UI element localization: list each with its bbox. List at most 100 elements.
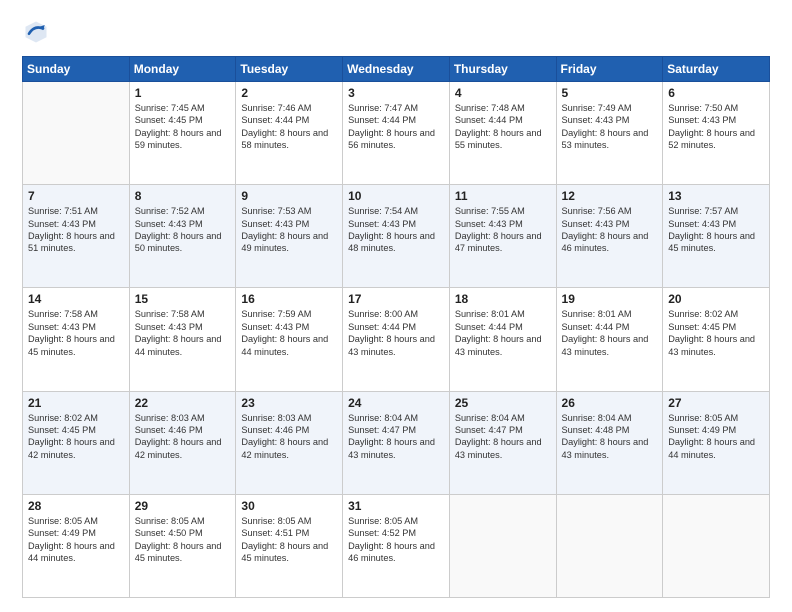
calendar-cell: 1 Sunrise: 7:45 AMSunset: 4:45 PMDaylight… xyxy=(129,82,236,185)
day-number: 19 xyxy=(562,292,658,306)
day-number: 15 xyxy=(135,292,231,306)
day-info: Sunrise: 8:04 AMSunset: 4:47 PMDaylight:… xyxy=(455,412,551,462)
logo xyxy=(22,18,54,46)
day-info: Sunrise: 7:57 AMSunset: 4:43 PMDaylight:… xyxy=(668,205,764,255)
day-number: 8 xyxy=(135,189,231,203)
calendar-week-row: 14 Sunrise: 7:58 AMSunset: 4:43 PMDayligh… xyxy=(23,288,770,391)
day-info: Sunrise: 7:58 AMSunset: 4:43 PMDaylight:… xyxy=(135,308,231,358)
day-number: 4 xyxy=(455,86,551,100)
calendar-header-row: SundayMondayTuesdayWednesdayThursdayFrid… xyxy=(23,57,770,82)
calendar-cell: 30 Sunrise: 8:05 AMSunset: 4:51 PMDayligh… xyxy=(236,494,343,597)
day-number: 6 xyxy=(668,86,764,100)
calendar-cell: 19Sunrise: 8:01 AMSunset: 4:44 PMDayligh… xyxy=(556,288,663,391)
day-number: 20 xyxy=(668,292,764,306)
day-info: Sunrise: 7:56 AMSunset: 4:43 PMDaylight:… xyxy=(562,205,658,255)
calendar-cell: 28 Sunrise: 8:05 AMSunset: 4:49 PMDayligh… xyxy=(23,494,130,597)
day-info: Sunrise: 7:52 AMSunset: 4:43 PMDaylight:… xyxy=(135,205,231,255)
day-number: 10 xyxy=(348,189,444,203)
calendar-week-row: 28 Sunrise: 8:05 AMSunset: 4:49 PMDayligh… xyxy=(23,494,770,597)
header xyxy=(22,18,770,46)
calendar-cell: 9 Sunrise: 7:53 AMSunset: 4:43 PMDaylight… xyxy=(236,185,343,288)
day-info: Sunrise: 7:58 AMSunset: 4:43 PMDaylight:… xyxy=(28,308,124,358)
calendar-cell: 18Sunrise: 8:01 AMSunset: 4:44 PMDayligh… xyxy=(449,288,556,391)
calendar-header-sunday: Sunday xyxy=(23,57,130,82)
day-info: Sunrise: 8:03 AMSunset: 4:46 PMDaylight:… xyxy=(241,412,337,462)
day-number: 30 xyxy=(241,499,337,513)
calendar-week-row: 7 Sunrise: 7:51 AMSunset: 4:43 PMDaylight… xyxy=(23,185,770,288)
calendar-cell: 5 Sunrise: 7:49 AMSunset: 4:43 PMDaylight… xyxy=(556,82,663,185)
calendar-header-wednesday: Wednesday xyxy=(343,57,450,82)
day-number: 13 xyxy=(668,189,764,203)
day-number: 25 xyxy=(455,396,551,410)
day-info: Sunrise: 8:05 AMSunset: 4:49 PMDaylight:… xyxy=(28,515,124,565)
day-info: Sunrise: 8:03 AMSunset: 4:46 PMDaylight:… xyxy=(135,412,231,462)
day-number: 9 xyxy=(241,189,337,203)
calendar-cell: 25 Sunrise: 8:04 AMSunset: 4:47 PMDayligh… xyxy=(449,391,556,494)
logo-icon xyxy=(22,18,50,46)
day-info: Sunrise: 8:02 AMSunset: 4:45 PMDaylight:… xyxy=(668,308,764,358)
calendar-header-tuesday: Tuesday xyxy=(236,57,343,82)
day-number: 14 xyxy=(28,292,124,306)
day-number: 3 xyxy=(348,86,444,100)
day-number: 24 xyxy=(348,396,444,410)
calendar-header-saturday: Saturday xyxy=(663,57,770,82)
day-info: Sunrise: 8:05 AMSunset: 4:52 PMDaylight:… xyxy=(348,515,444,565)
day-number: 7 xyxy=(28,189,124,203)
calendar-cell: 31 Sunrise: 8:05 AMSunset: 4:52 PMDayligh… xyxy=(343,494,450,597)
calendar-cell: 6Sunrise: 7:50 AMSunset: 4:43 PMDaylight… xyxy=(663,82,770,185)
calendar-cell: 21 Sunrise: 8:02 AMSunset: 4:45 PMDayligh… xyxy=(23,391,130,494)
calendar-cell: 26Sunrise: 8:04 AMSunset: 4:48 PMDayligh… xyxy=(556,391,663,494)
day-number: 11 xyxy=(455,189,551,203)
calendar-cell xyxy=(663,494,770,597)
calendar-cell: 22 Sunrise: 8:03 AMSunset: 4:46 PMDayligh… xyxy=(129,391,236,494)
day-info: Sunrise: 7:54 AMSunset: 4:43 PMDaylight:… xyxy=(348,205,444,255)
calendar-cell: 17Sunrise: 8:00 AMSunset: 4:44 PMDayligh… xyxy=(343,288,450,391)
calendar-cell xyxy=(23,82,130,185)
calendar-cell: 13 Sunrise: 7:57 AMSunset: 4:43 PMDayligh… xyxy=(663,185,770,288)
day-number: 21 xyxy=(28,396,124,410)
calendar-cell: 12Sunrise: 7:56 AMSunset: 4:43 PMDayligh… xyxy=(556,185,663,288)
day-info: Sunrise: 7:48 AMSunset: 4:44 PMDaylight:… xyxy=(455,102,551,152)
calendar-cell: 27Sunrise: 8:05 AMSunset: 4:49 PMDayligh… xyxy=(663,391,770,494)
calendar-cell: 7 Sunrise: 7:51 AMSunset: 4:43 PMDaylight… xyxy=(23,185,130,288)
calendar-cell: 11 Sunrise: 7:55 AMSunset: 4:43 PMDayligh… xyxy=(449,185,556,288)
calendar-cell xyxy=(556,494,663,597)
calendar-cell: 8 Sunrise: 7:52 AMSunset: 4:43 PMDaylight… xyxy=(129,185,236,288)
day-info: Sunrise: 7:53 AMSunset: 4:43 PMDaylight:… xyxy=(241,205,337,255)
day-number: 26 xyxy=(562,396,658,410)
day-number: 5 xyxy=(562,86,658,100)
calendar-cell: 3 Sunrise: 7:47 AMSunset: 4:44 PMDaylight… xyxy=(343,82,450,185)
day-number: 16 xyxy=(241,292,337,306)
day-info: Sunrise: 7:45 AMSunset: 4:45 PMDaylight:… xyxy=(135,102,231,152)
calendar-cell: 2 Sunrise: 7:46 AMSunset: 4:44 PMDaylight… xyxy=(236,82,343,185)
calendar-table: SundayMondayTuesdayWednesdayThursdayFrid… xyxy=(22,56,770,598)
day-info: Sunrise: 7:47 AMSunset: 4:44 PMDaylight:… xyxy=(348,102,444,152)
day-number: 17 xyxy=(348,292,444,306)
calendar-cell: 23Sunrise: 8:03 AMSunset: 4:46 PMDayligh… xyxy=(236,391,343,494)
day-info: Sunrise: 7:46 AMSunset: 4:44 PMDaylight:… xyxy=(241,102,337,152)
day-info: Sunrise: 8:02 AMSunset: 4:45 PMDaylight:… xyxy=(28,412,124,462)
calendar-cell: 14 Sunrise: 7:58 AMSunset: 4:43 PMDayligh… xyxy=(23,288,130,391)
day-info: Sunrise: 8:01 AMSunset: 4:44 PMDaylight:… xyxy=(455,308,551,358)
day-number: 31 xyxy=(348,499,444,513)
day-info: Sunrise: 7:59 AMSunset: 4:43 PMDaylight:… xyxy=(241,308,337,358)
day-number: 1 xyxy=(135,86,231,100)
day-number: 2 xyxy=(241,86,337,100)
day-info: Sunrise: 7:49 AMSunset: 4:43 PMDaylight:… xyxy=(562,102,658,152)
day-info: Sunrise: 7:55 AMSunset: 4:43 PMDaylight:… xyxy=(455,205,551,255)
calendar-header-friday: Friday xyxy=(556,57,663,82)
calendar-cell: 20 Sunrise: 8:02 AMSunset: 4:45 PMDayligh… xyxy=(663,288,770,391)
day-number: 22 xyxy=(135,396,231,410)
calendar-header-monday: Monday xyxy=(129,57,236,82)
calendar-header-thursday: Thursday xyxy=(449,57,556,82)
day-number: 27 xyxy=(668,396,764,410)
calendar-week-row: 1 Sunrise: 7:45 AMSunset: 4:45 PMDaylight… xyxy=(23,82,770,185)
day-info: Sunrise: 8:04 AMSunset: 4:47 PMDaylight:… xyxy=(348,412,444,462)
day-info: Sunrise: 8:05 AMSunset: 4:51 PMDaylight:… xyxy=(241,515,337,565)
calendar-cell: 10 Sunrise: 7:54 AMSunset: 4:43 PMDayligh… xyxy=(343,185,450,288)
page: SundayMondayTuesdayWednesdayThursdayFrid… xyxy=(0,0,792,612)
calendar-cell: 29Sunrise: 8:05 AMSunset: 4:50 PMDayligh… xyxy=(129,494,236,597)
day-number: 28 xyxy=(28,499,124,513)
day-info: Sunrise: 7:51 AMSunset: 4:43 PMDaylight:… xyxy=(28,205,124,255)
calendar-cell xyxy=(449,494,556,597)
